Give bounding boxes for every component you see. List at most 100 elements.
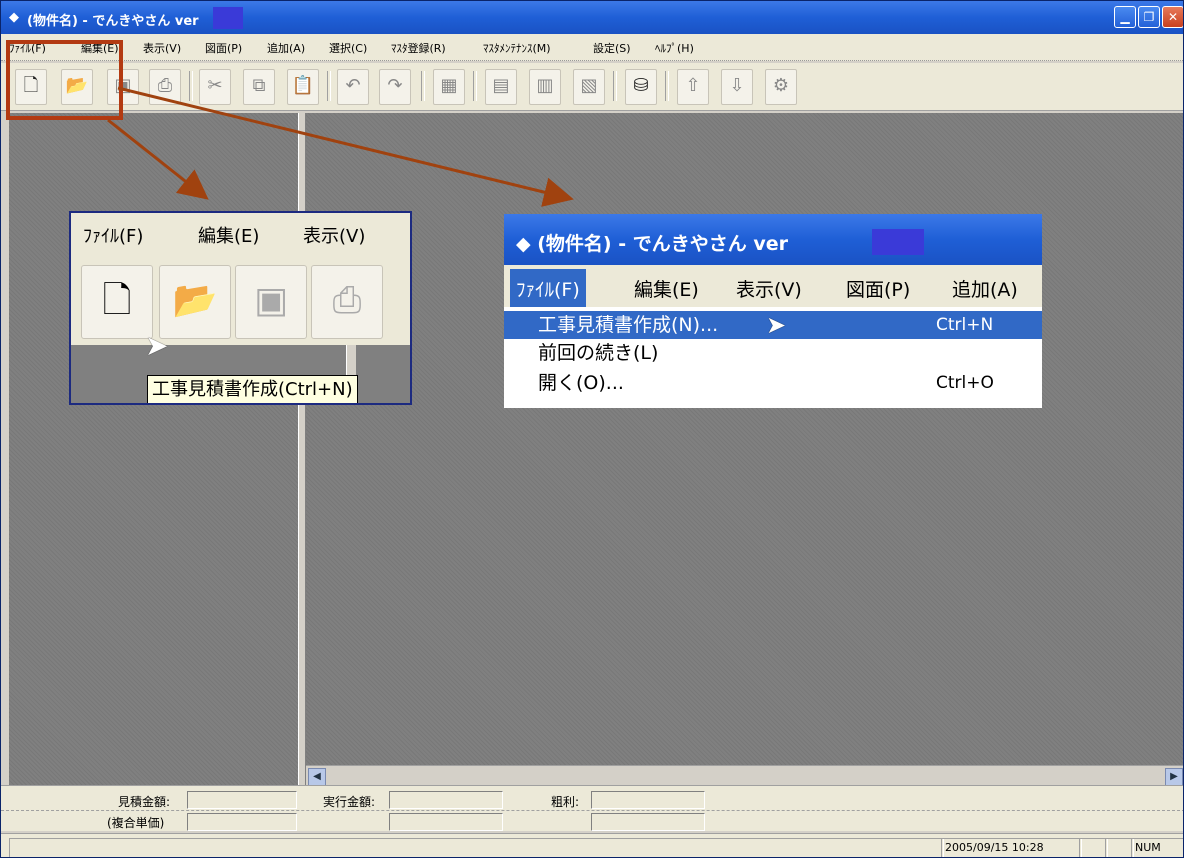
cut-button[interactable]: ✂ xyxy=(199,69,231,105)
paste-button[interactable]: 📋 xyxy=(287,69,319,105)
highlight-box xyxy=(6,40,123,120)
tooltip-new-estimate: 工事見積書作成(Ctrl+N) xyxy=(147,375,358,403)
menu-item-new-estimate[interactable]: 工事見積書作成(N)... Ctrl+N ➤ xyxy=(504,311,1042,339)
paste-icon: 📋 xyxy=(291,75,315,96)
menu-select[interactable]: 選択(C) xyxy=(329,40,367,56)
toolbar-separator xyxy=(665,71,669,101)
menu-add[interactable]: 追加(A) xyxy=(267,40,305,56)
redacted-version xyxy=(213,7,243,29)
status-num: NUM xyxy=(1131,838,1183,857)
callout-print-button[interactable]: ⎙ xyxy=(311,265,383,339)
toolbar-separator xyxy=(327,71,331,101)
callout-menu-add[interactable]: 追加(A) xyxy=(952,275,1018,302)
estimate-field xyxy=(187,791,297,809)
drawing-icon: ▦ xyxy=(440,75,458,96)
menu-settings[interactable]: 設定(S) xyxy=(593,40,631,56)
callout-window-title: ◆ (物件名) - でんきやさん ver xyxy=(516,229,788,256)
menu-master-maint[interactable]: ﾏｽﾀﾒﾝﾃﾅﾝｽ(M) xyxy=(483,40,551,56)
close-button[interactable]: ✕ xyxy=(1162,6,1183,28)
callout-menu-edit[interactable]: 編集(E) xyxy=(198,222,259,248)
tool-icon: ⚙ xyxy=(772,75,790,96)
toolbar-separator xyxy=(473,71,477,101)
database-button[interactable]: ⛁ xyxy=(625,69,657,105)
print-button[interactable]: ⎙ xyxy=(149,69,181,105)
minimize-button[interactable]: ▁ xyxy=(1114,6,1136,28)
composite-field xyxy=(187,813,297,831)
scroll-left-icon[interactable]: ◀ xyxy=(308,768,326,786)
open-folder-icon: 📂 xyxy=(172,280,218,321)
print-icon: ⎙ xyxy=(157,75,173,96)
status-bar: 2005/09/15 10:28 NUM xyxy=(1,833,1183,857)
callout-menu-bar: ﾌｧｲﾙ(F) 編集(E) 表示(V) 図面(P) 追加(A) xyxy=(504,265,1042,308)
toolbar-separator xyxy=(189,71,193,101)
print-icon: ⎙ xyxy=(332,280,362,321)
redo-button[interactable]: ↷ xyxy=(379,69,411,105)
toolbar-separator xyxy=(421,71,425,101)
copy-icon: ⧉ xyxy=(252,75,266,96)
callout-menu-drawing[interactable]: 図面(P) xyxy=(846,275,910,302)
menu-item-open[interactable]: 開く(O)... Ctrl+O xyxy=(504,369,1042,397)
undo-button[interactable]: ↶ xyxy=(337,69,369,105)
table2-icon: ▥ xyxy=(536,75,554,96)
table1-button[interactable]: ▤ xyxy=(485,69,517,105)
callout-menu-edit[interactable]: 編集(E) xyxy=(634,275,699,302)
up-arrow-icon: ⇧ xyxy=(685,75,701,96)
table1-icon: ▤ xyxy=(492,75,510,96)
down-arrow-icon: ⇩ xyxy=(729,75,745,96)
callout-new-button[interactable]: 🗋 xyxy=(81,265,153,339)
window-title: (物件名) - でんきやさん ver xyxy=(27,14,199,29)
move-up-button[interactable]: ⇧ xyxy=(677,69,709,105)
table3-button[interactable]: ▧ xyxy=(573,69,605,105)
tool-button[interactable]: ⚙ xyxy=(765,69,797,105)
file-menu-dropdown: 工事見積書作成(N)... Ctrl+N ➤ 前回の続き(L) 開く(O)...… xyxy=(504,307,1042,408)
composite-label: (複合単価) xyxy=(107,816,165,830)
app-window: ◆ (物件名) - でんきやさん ver ▁ ❐ ✕ ﾌｧｲﾙ(F) 編集(E)… xyxy=(0,0,1184,858)
table2-button[interactable]: ▥ xyxy=(529,69,561,105)
drawing-button[interactable]: ▦ xyxy=(433,69,465,105)
mouse-cursor-icon: ➤ xyxy=(145,329,169,362)
menu-help[interactable]: ﾍﾙﾌﾟ(H) xyxy=(655,40,694,56)
new-document-icon: 🗋 xyxy=(102,280,132,321)
menu-master-register[interactable]: ﾏｽﾀ登録(R) xyxy=(391,40,446,56)
menu-item-label: 工事見積書作成(N)... xyxy=(538,314,719,336)
menu-item-shortcut: Ctrl+N xyxy=(936,315,994,335)
mouse-cursor-icon: ➤ xyxy=(766,311,787,339)
app-diamond-icon: ◆ xyxy=(9,10,19,25)
callout-menu-file[interactable]: ﾌｧｲﾙ(F) xyxy=(83,222,143,248)
minimize-icon: ▁ xyxy=(1120,10,1130,24)
move-down-button[interactable]: ⇩ xyxy=(721,69,753,105)
callout-menu-view[interactable]: 表示(V) xyxy=(303,222,365,248)
status-message xyxy=(9,838,944,857)
gross-profit-field xyxy=(591,791,705,809)
estimate-label: 見積金額: xyxy=(118,795,171,809)
toolbar-separator xyxy=(613,71,617,101)
summary-panel: 見積金額: 実行金額: 粗利: (複合単価) xyxy=(1,785,1183,831)
status-cell-blank xyxy=(1079,838,1108,857)
maximize-button[interactable]: ❐ xyxy=(1138,6,1160,28)
title-bar[interactable]: ◆ (物件名) - でんきやさん ver ▁ ❐ ✕ xyxy=(1,1,1183,34)
redo-icon: ↷ xyxy=(387,75,403,96)
callout-menu-view[interactable]: 表示(V) xyxy=(736,275,802,302)
menu-bar: ﾌｧｲﾙ(F) 編集(E) 表示(V) 図面(P) 追加(A) 選択(C) ﾏｽ… xyxy=(1,34,1183,61)
workspace-pane[interactable] xyxy=(306,113,1183,765)
copy-button[interactable]: ⧉ xyxy=(243,69,275,105)
cut-icon: ✂ xyxy=(207,75,223,96)
maximize-icon: ❐ xyxy=(1143,10,1155,24)
toolbar-callout: ﾌｧｲﾙ(F) 編集(E) 表示(V) 🗋 📂 ▣ ⎙ ➤ 工事見積書作成(Ct… xyxy=(69,211,412,405)
gross-profit-label: 粗利: xyxy=(551,795,580,809)
scroll-right-icon[interactable]: ▶ xyxy=(1165,768,1183,786)
callout-title-text: (物件名) - でんきやさん ver xyxy=(537,233,788,255)
menu-view[interactable]: 表示(V) xyxy=(143,40,181,56)
callout-save-button[interactable]: ▣ xyxy=(235,265,307,339)
horizontal-scrollbar[interactable]: ◀ ▶ xyxy=(306,765,1183,786)
app-diamond-icon: ◆ xyxy=(516,233,531,255)
save-disk-icon: ▣ xyxy=(253,280,288,321)
divider xyxy=(1,810,1183,811)
menu-item-continue[interactable]: 前回の続き(L) xyxy=(504,339,1042,367)
callout-open-button[interactable]: 📂 xyxy=(159,265,231,339)
execution-field xyxy=(389,791,503,809)
callout-menu-file[interactable]: ﾌｧｲﾙ(F) xyxy=(510,269,586,308)
status-cell-blank xyxy=(1105,838,1134,857)
menu-drawing[interactable]: 図面(P) xyxy=(205,40,242,56)
toolbar: 🗋 📂 ▣ ⎙ ✂ ⧉ 📋 ↶ ↷ ▦ ▤ ▥ ▧ ⛁ ⇧ ⇩ ⚙ xyxy=(1,63,1183,111)
